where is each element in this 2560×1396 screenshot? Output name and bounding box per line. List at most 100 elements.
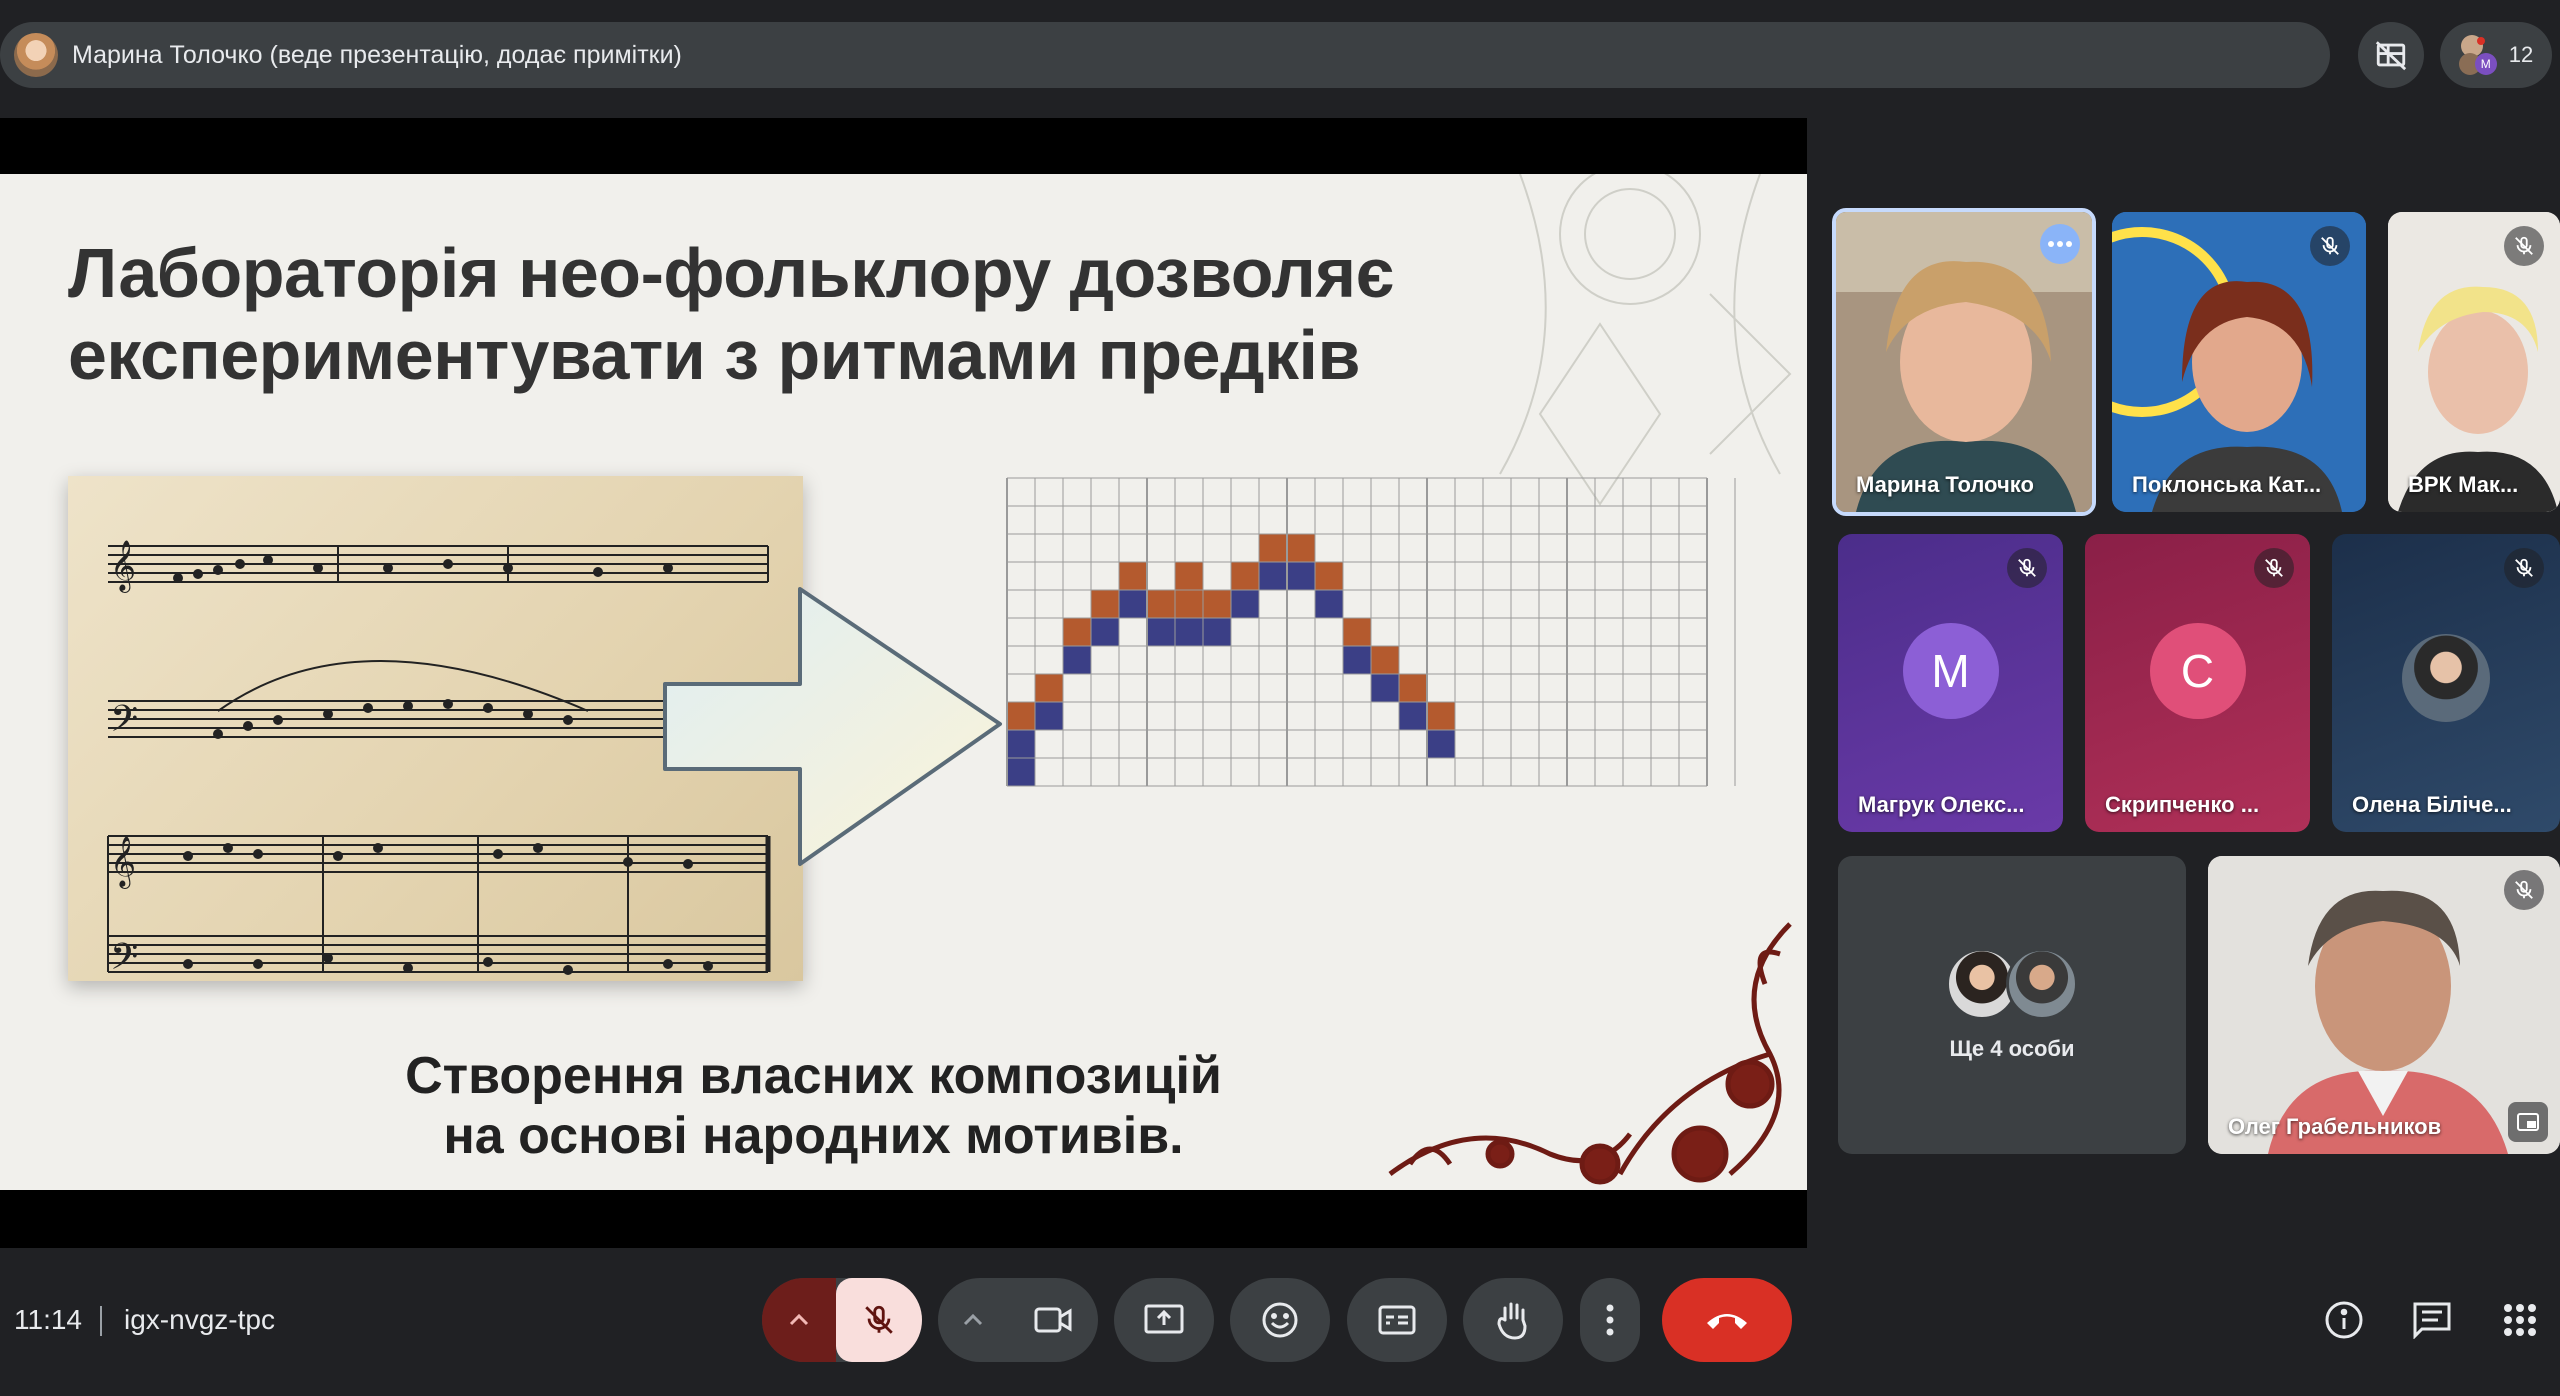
- meeting-details-button[interactable]: [2320, 1296, 2368, 1344]
- more-options-button[interactable]: [1580, 1278, 1640, 1362]
- chat-icon: [2413, 1302, 2451, 1339]
- grid-cell: [1091, 590, 1119, 618]
- microphone-control: [762, 1278, 922, 1362]
- present-screen-button[interactable]: [1114, 1278, 1214, 1362]
- grid-cell: [1231, 590, 1259, 618]
- more-vert-icon: [1606, 1304, 1614, 1336]
- chat-button[interactable]: [2408, 1296, 2456, 1344]
- slide-subtitle: Створення власних композицій на основі н…: [0, 1046, 1807, 1166]
- slide-subtitle-line2: на основі народних мотивів.: [443, 1107, 1184, 1165]
- svg-text:𝄢: 𝄢: [110, 936, 138, 981]
- grid-cell: [1399, 674, 1427, 702]
- grid-cell: [1007, 758, 1035, 786]
- meeting-code[interactable]: igx-nvgz-tpc: [124, 1304, 275, 1336]
- grid-cell: [1427, 702, 1455, 730]
- presenter-banner-text: Марина Толочко (веде презентацію, додає …: [72, 40, 682, 69]
- grid-cell: [1287, 562, 1315, 590]
- captions-button[interactable]: [1347, 1278, 1447, 1362]
- presentation-stage: Лабораторія нео-фольклору дозволяє експе…: [0, 118, 1807, 1248]
- chevron-up-icon: [963, 1313, 983, 1326]
- slide-title: Лабораторія нео-фольклору дозволяє експе…: [68, 232, 1394, 396]
- unmute-button[interactable]: [836, 1278, 922, 1362]
- participant-name: Скрипченко ...: [2105, 792, 2260, 817]
- grid-cell: [1343, 618, 1371, 646]
- grid-cell: [1399, 702, 1427, 730]
- grid-cell: [1119, 562, 1147, 590]
- grid-cell: [1175, 562, 1203, 590]
- video-settings-button[interactable]: [938, 1278, 1008, 1362]
- grid-cell: [1203, 618, 1231, 646]
- participant-count: 12: [2508, 42, 2534, 67]
- meeting-time: 11:14: [14, 1304, 82, 1335]
- video-camera-icon: [1034, 1307, 1072, 1333]
- grid-cell: [1035, 702, 1063, 730]
- participant-tile-skrypchenko[interactable]: С Скрипченко ...: [2085, 534, 2310, 832]
- people-button[interactable]: M 12: [2440, 22, 2552, 88]
- avatar: [2402, 634, 2490, 722]
- grid-cell: [1203, 590, 1231, 618]
- closed-captions-icon: [1378, 1305, 1416, 1335]
- grid-cell: [1007, 702, 1035, 730]
- send-reaction-button[interactable]: [1230, 1278, 1330, 1362]
- grid-cell: [1063, 618, 1091, 646]
- divider: [100, 1306, 102, 1336]
- grid-cell: [1315, 590, 1343, 618]
- more-participants-tile[interactable]: Ще 4 особи: [1838, 856, 2186, 1154]
- activities-button[interactable]: [2496, 1296, 2544, 1344]
- participant-tile-marina[interactable]: Марина Толочко: [1832, 208, 2096, 516]
- avatar: [2006, 948, 2078, 1020]
- raise-hand-button[interactable]: [1463, 1278, 1563, 1362]
- grid-cell: [1259, 534, 1287, 562]
- slide-subtitle-line1: Створення власних композицій: [405, 1047, 1222, 1105]
- grid-cell: [1231, 562, 1259, 590]
- hand-icon: [1497, 1302, 1527, 1340]
- grid-cell: [1287, 534, 1315, 562]
- slide-title-line2: експериментувати з ритмами предків: [68, 316, 1361, 394]
- call-end-icon: [1707, 1314, 1747, 1329]
- grid-cell: [1175, 590, 1203, 618]
- mic-off-icon: [2007, 548, 2047, 588]
- participant-tile-oleg[interactable]: Олег Грабельников: [2208, 856, 2560, 1154]
- mic-off-icon: [2310, 226, 2350, 266]
- more-participants-label: Ще 4 особи: [1949, 1036, 2075, 1061]
- picture-in-picture-icon[interactable]: [2508, 1102, 2548, 1142]
- participant-tile-mahruk[interactable]: М Магрук Олекс...: [1838, 534, 2063, 832]
- grid-cell: [1035, 674, 1063, 702]
- participant-tile-vrk[interactable]: ВРК Мак...: [2388, 212, 2560, 512]
- layout-off-icon: [2375, 41, 2407, 71]
- participant-name: Олег Грабельников: [2228, 1114, 2442, 1139]
- audio-settings-button[interactable]: [762, 1278, 836, 1362]
- chevron-up-icon: [789, 1313, 809, 1326]
- camera-button[interactable]: [1008, 1278, 1098, 1362]
- transform-arrow-icon: [663, 587, 1002, 866]
- mic-off-icon: [2254, 548, 2294, 588]
- avatar-letter: М: [1902, 623, 1999, 719]
- participant-name: Поклонська Кат...: [2132, 472, 2322, 497]
- grid-cell: [1371, 674, 1399, 702]
- hide-self-view-button[interactable]: [2358, 22, 2424, 88]
- participant-avatars-icon: M: [2458, 35, 2499, 75]
- mic-off-icon: [2504, 226, 2544, 266]
- grid-cell: [1147, 590, 1175, 618]
- participant-name: Олена Біліче...: [2352, 792, 2512, 817]
- emoji-icon: [1262, 1302, 1298, 1338]
- camera-control: [938, 1278, 1098, 1362]
- presenter-avatar: [14, 33, 58, 77]
- grid-cell: [1371, 646, 1399, 674]
- leave-call-button[interactable]: [1662, 1278, 1792, 1362]
- slide: Лабораторія нео-фольклору дозволяє експе…: [0, 174, 1807, 1190]
- present-to-all-icon: [1144, 1304, 1184, 1334]
- participant-tile-poklonska[interactable]: Поклонська Кат...: [2112, 212, 2366, 512]
- presenter-banner: Марина Толочко (веде презентацію, додає …: [0, 22, 2330, 88]
- grid-cell: [1063, 646, 1091, 674]
- grid-cell: [1007, 730, 1035, 758]
- speaking-indicator-icon: [2040, 224, 2080, 264]
- grid-cell: [1175, 618, 1203, 646]
- participant-name: Марина Толочко: [1856, 472, 2034, 497]
- avatar-letter: С: [2149, 623, 2246, 719]
- participant-name: ВРК Мак...: [2408, 472, 2519, 497]
- mic-off-icon: [2504, 870, 2544, 910]
- grid-cell: [1315, 562, 1343, 590]
- participant-tile-olena[interactable]: Олена Біліче...: [2332, 534, 2560, 832]
- info-icon: [2325, 1301, 2363, 1339]
